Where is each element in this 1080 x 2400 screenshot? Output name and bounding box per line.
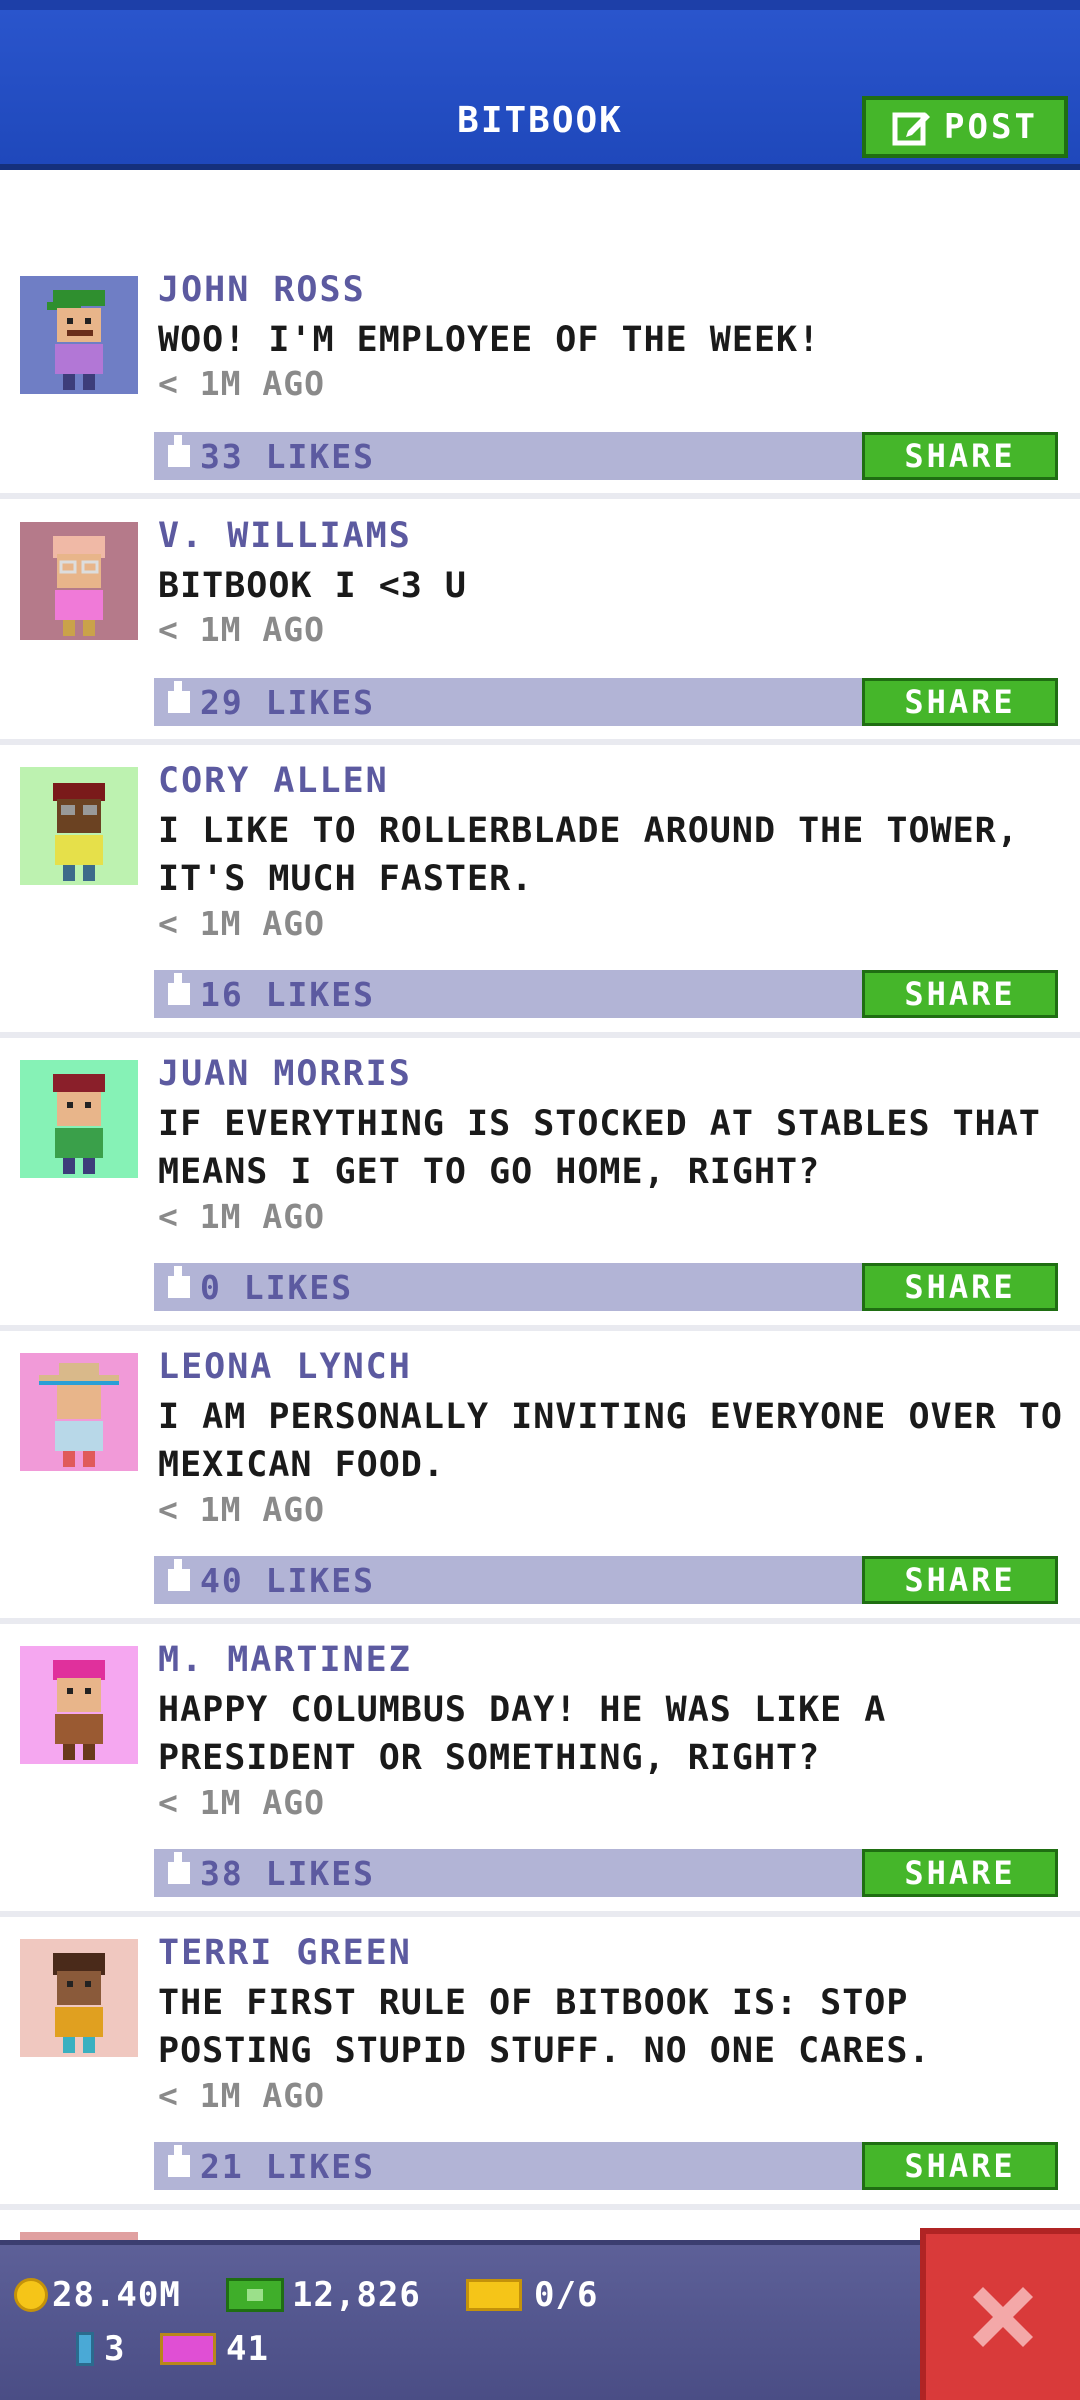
post-item: M. MARTINEZ HAPPY COLUMBUS DAY! HE WAS L… bbox=[0, 1640, 1080, 1917]
post-message: BITBOOK I <3 U bbox=[158, 566, 468, 606]
thumbs-up-icon bbox=[168, 2145, 190, 2177]
post-author[interactable]: CORY ALLEN bbox=[158, 761, 389, 801]
coins-value: 28.40M bbox=[52, 2275, 181, 2315]
bitbook-value: 3 bbox=[104, 2329, 126, 2369]
avatar-person-icon bbox=[53, 783, 105, 881]
post-author[interactable]: JUAN MORRIS bbox=[158, 1054, 412, 1094]
ticket-icon bbox=[466, 2279, 522, 2311]
post-time: < 1M AGO bbox=[158, 1490, 325, 1529]
like-bar[interactable]: 40 LIKES bbox=[154, 1556, 862, 1604]
bux-stat[interactable]: 12,826 bbox=[222, 2275, 421, 2315]
post-time: < 1M AGO bbox=[158, 364, 325, 403]
coin-icon bbox=[14, 2278, 48, 2312]
share-button[interactable]: SHARE bbox=[862, 1849, 1058, 1897]
post-time: < 1M AGO bbox=[158, 1197, 325, 1236]
post-author[interactable]: V. WILLIAMS bbox=[158, 516, 412, 556]
avatar[interactable] bbox=[20, 2232, 138, 2240]
like-bar[interactable]: 21 LIKES bbox=[154, 2142, 862, 2190]
thumbs-up-icon bbox=[168, 681, 190, 713]
avatar[interactable] bbox=[20, 1060, 138, 1178]
avatar[interactable] bbox=[20, 522, 138, 640]
post-time: < 1M AGO bbox=[158, 2076, 325, 2115]
share-button[interactable]: SHARE bbox=[862, 1556, 1058, 1604]
post-author[interactable]: JOHN ROSS bbox=[158, 270, 366, 310]
post-item: CORY ALLEN I LIKE TO ROLLERBLADE AROUND … bbox=[0, 761, 1080, 1038]
bitbook-icon bbox=[76, 2332, 94, 2366]
post-button[interactable]: POST bbox=[862, 96, 1068, 158]
post-time: < 1M AGO bbox=[158, 904, 325, 943]
like-count: 29 LIKES bbox=[200, 682, 375, 722]
avatar-person-icon bbox=[39, 1363, 119, 1467]
post-item: TERRI GREEN THE FIRST RULE OF BITBOOK IS… bbox=[0, 1933, 1080, 2210]
post-message: I LIKE TO ROLLERBLADE AROUND THE TOWER, … bbox=[158, 811, 1019, 899]
thumbs-up-icon bbox=[168, 1852, 190, 1884]
thumbs-up-icon bbox=[168, 973, 190, 1005]
post-author[interactable]: M. MARTINEZ bbox=[158, 1640, 412, 1680]
status-bar: 28.40M 12,826 0/6 3 41 bbox=[0, 2240, 1080, 2400]
avatar[interactable] bbox=[20, 1353, 138, 1471]
avatar[interactable] bbox=[20, 1939, 138, 2057]
post-message: THE FIRST RULE OF BITBOOK IS: STOP POSTI… bbox=[158, 1983, 931, 2071]
close-icon bbox=[973, 2287, 1033, 2347]
post-author[interactable]: LEONA LYNCH bbox=[158, 1347, 412, 1387]
avatar-person-icon bbox=[53, 1074, 105, 1174]
post-item: LEONA LYNCH I AM PERSONALLY INVITING EVE… bbox=[0, 1347, 1080, 1624]
avatar[interactable] bbox=[20, 1646, 138, 1764]
post-message: WOO! I'M EMPLOYEE OF THE WEEK! bbox=[158, 320, 821, 360]
like-count: 16 LIKES bbox=[200, 974, 375, 1014]
post-message: IF EVERYTHING IS STOCKED AT STABLES THAT… bbox=[158, 1104, 1041, 1192]
post-item: JUAN MORRIS IF EVERYTHING IS STOCKED AT … bbox=[0, 1054, 1080, 1331]
like-count: 33 LIKES bbox=[200, 436, 375, 476]
share-button[interactable]: SHARE bbox=[862, 970, 1058, 1018]
like-bar[interactable]: 38 LIKES bbox=[154, 1849, 862, 1897]
vip-icon bbox=[160, 2333, 216, 2365]
tickets-stat[interactable]: 0/6 bbox=[466, 2275, 598, 2315]
post-button-label: POST bbox=[944, 107, 1038, 147]
edit-icon bbox=[892, 112, 931, 146]
avatar-person-icon bbox=[53, 1953, 105, 2053]
avatar[interactable] bbox=[20, 276, 138, 394]
like-bar[interactable]: 16 LIKES bbox=[154, 970, 862, 1018]
bitbook-stat[interactable]: 3 bbox=[76, 2329, 125, 2369]
post-item: JOHN ROSS WOO! I'M EMPLOYEE OF THE WEEK!… bbox=[0, 270, 1080, 499]
thumbs-up-icon bbox=[168, 435, 190, 467]
share-button[interactable]: SHARE bbox=[862, 678, 1058, 726]
like-bar[interactable]: 0 LIKES bbox=[154, 1263, 862, 1311]
close-button[interactable] bbox=[920, 2228, 1080, 2400]
like-count: 21 LIKES bbox=[200, 2146, 375, 2186]
app-header: BITBOOK POST bbox=[0, 0, 1080, 170]
like-bar[interactable]: 33 LIKES bbox=[154, 432, 862, 480]
post-item: V. WILLIAMS BITBOOK I <3 U < 1M AGO 29 L… bbox=[0, 516, 1080, 745]
like-count: 0 LIKES bbox=[200, 1267, 354, 1307]
avatar-person-icon bbox=[53, 536, 105, 636]
share-button[interactable]: SHARE bbox=[862, 432, 1058, 480]
share-button[interactable]: SHARE bbox=[862, 2142, 1058, 2190]
post-author[interactable]: TERRI GREEN bbox=[158, 1933, 412, 1973]
share-button[interactable]: SHARE bbox=[862, 1263, 1058, 1311]
thumbs-up-icon bbox=[168, 1559, 190, 1591]
coins-stat[interactable]: 28.40M bbox=[14, 2275, 181, 2315]
like-count: 38 LIKES bbox=[200, 1853, 375, 1893]
avatar-person-icon bbox=[47, 290, 105, 390]
vip-value: 41 bbox=[226, 2329, 269, 2369]
post-item-partial bbox=[0, 2232, 1080, 2240]
like-count: 40 LIKES bbox=[200, 1560, 375, 1600]
bux-value: 12,826 bbox=[292, 2275, 421, 2315]
tickets-value: 0/6 bbox=[534, 2275, 599, 2315]
vip-stat[interactable]: 41 bbox=[160, 2329, 269, 2369]
post-time: < 1M AGO bbox=[158, 1783, 325, 1822]
avatar[interactable] bbox=[20, 767, 138, 885]
avatar-person-icon bbox=[53, 1660, 105, 1760]
thumbs-up-icon bbox=[168, 1266, 190, 1298]
feed-list[interactable]: JOHN ROSS WOO! I'M EMPLOYEE OF THE WEEK!… bbox=[0, 170, 1080, 2240]
post-message: I AM PERSONALLY INVITING EVERYONE OVER T… bbox=[158, 1397, 1063, 1485]
post-message: HAPPY COLUMBUS DAY! HE WAS LIKE A PRESID… bbox=[158, 1690, 887, 1778]
like-bar[interactable]: 29 LIKES bbox=[154, 678, 862, 726]
cash-icon bbox=[226, 2278, 284, 2312]
post-time: < 1M AGO bbox=[158, 610, 325, 649]
